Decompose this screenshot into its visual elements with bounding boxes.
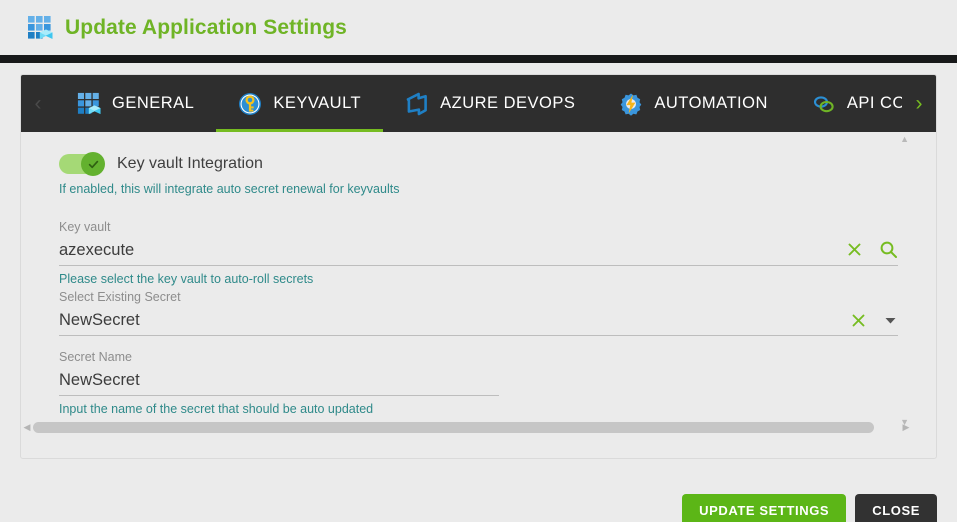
keyvault-input[interactable] — [59, 239, 846, 261]
secret-name-line — [59, 369, 499, 396]
tab-list: GENERAL KEYVAULT AZURE DEVOPS AUTOMATION… — [55, 75, 902, 132]
api-link-icon — [812, 92, 836, 116]
dialog-footer: UPDATE SETTINGS CLOSE — [682, 494, 937, 522]
close-x-icon[interactable] — [846, 241, 863, 258]
tab-api-connection-label: API CON — [846, 94, 902, 112]
page-header: Update Application Settings — [0, 0, 957, 55]
keyvault-integration-row: Key vault Integration — [59, 152, 898, 176]
page-title: Update Application Settings — [65, 15, 347, 39]
azure-devops-icon — [405, 92, 429, 116]
scroll-left-arrow[interactable]: ◀ — [21, 422, 33, 433]
existing-secret-field: Select Existing Secret — [59, 290, 898, 336]
existing-secret-select[interactable] — [59, 309, 850, 331]
gear-bolt-icon — [619, 92, 643, 116]
keyvault-form: Key vault Integration If enabled, this w… — [21, 132, 936, 458]
secret-name-label: Secret Name — [59, 350, 132, 364]
toggle-knob — [81, 152, 105, 176]
secret-name-field: Secret Name Input the name of the secret… — [59, 350, 499, 416]
panel-horizontal-scrollbar[interactable]: ◀ ▶ — [21, 421, 912, 434]
tab-api-connection[interactable]: API CON — [790, 75, 902, 132]
secret-name-input[interactable] — [59, 369, 499, 391]
panel-scroll-up-arrow[interactable]: ▲ — [900, 134, 909, 144]
keyvault-field-label: Key vault — [59, 220, 111, 234]
chevron-down-icon[interactable] — [883, 313, 898, 328]
scrollbar-track[interactable] — [33, 422, 900, 433]
scrollbar-thumb[interactable] — [33, 422, 874, 433]
secret-name-hint: Input the name of the secret that should… — [59, 402, 374, 416]
existing-secret-label: Select Existing Secret — [59, 290, 181, 304]
keyvault-field-actions — [846, 240, 898, 261]
tab-azure-devops-label: AZURE DEVOPS — [440, 94, 576, 112]
keyvault-field: Key vault azexecute Please select the ke… — [59, 220, 898, 286]
grid-cube-icon — [27, 15, 53, 41]
close-x-icon[interactable] — [850, 312, 867, 329]
tab-general[interactable]: GENERAL — [55, 75, 216, 132]
keyvault-integration-toggle[interactable] — [59, 152, 105, 176]
existing-secret-actions — [850, 312, 898, 331]
search-icon[interactable] — [879, 240, 898, 259]
scroll-right-arrow[interactable]: ▶ — [900, 422, 912, 433]
keyvault-integration-label: Key vault Integration — [117, 155, 263, 172]
tab-automation-label: AUTOMATION — [654, 94, 768, 112]
dialog-stage: ‹ GENERAL KEYVAULT AZURE DEVOPS AUTOMATI… — [0, 74, 957, 522]
keyvault-field-hint: Please select the key vault to auto-roll… — [59, 272, 314, 286]
tab-bar: ‹ GENERAL KEYVAULT AZURE DEVOPS AUTOMATI… — [21, 75, 936, 132]
close-button[interactable]: CLOSE — [855, 494, 937, 522]
tab-automation[interactable]: AUTOMATION — [597, 75, 789, 132]
tab-general-label: GENERAL — [112, 94, 195, 112]
tab-keyvault-label: KEYVAULT — [273, 94, 362, 112]
key-circle-icon — [238, 92, 262, 116]
settings-panel: ‹ GENERAL KEYVAULT AZURE DEVOPS AUTOMATI… — [20, 74, 937, 459]
tab-keyvault[interactable]: KEYVAULT — [216, 75, 383, 132]
header-divider — [0, 55, 957, 63]
tab-azure-devops[interactable]: AZURE DEVOPS — [383, 75, 597, 132]
update-settings-button[interactable]: UPDATE SETTINGS — [682, 494, 847, 522]
grid-cube-icon — [77, 92, 101, 116]
keyvault-field-line — [59, 239, 898, 266]
tab-scroll-next-button[interactable]: › — [902, 75, 936, 132]
tab-scroll-prev-button[interactable]: ‹ — [21, 75, 55, 132]
keyvault-integration-hint: If enabled, this will integrate auto sec… — [59, 182, 400, 196]
existing-secret-line — [59, 309, 898, 336]
